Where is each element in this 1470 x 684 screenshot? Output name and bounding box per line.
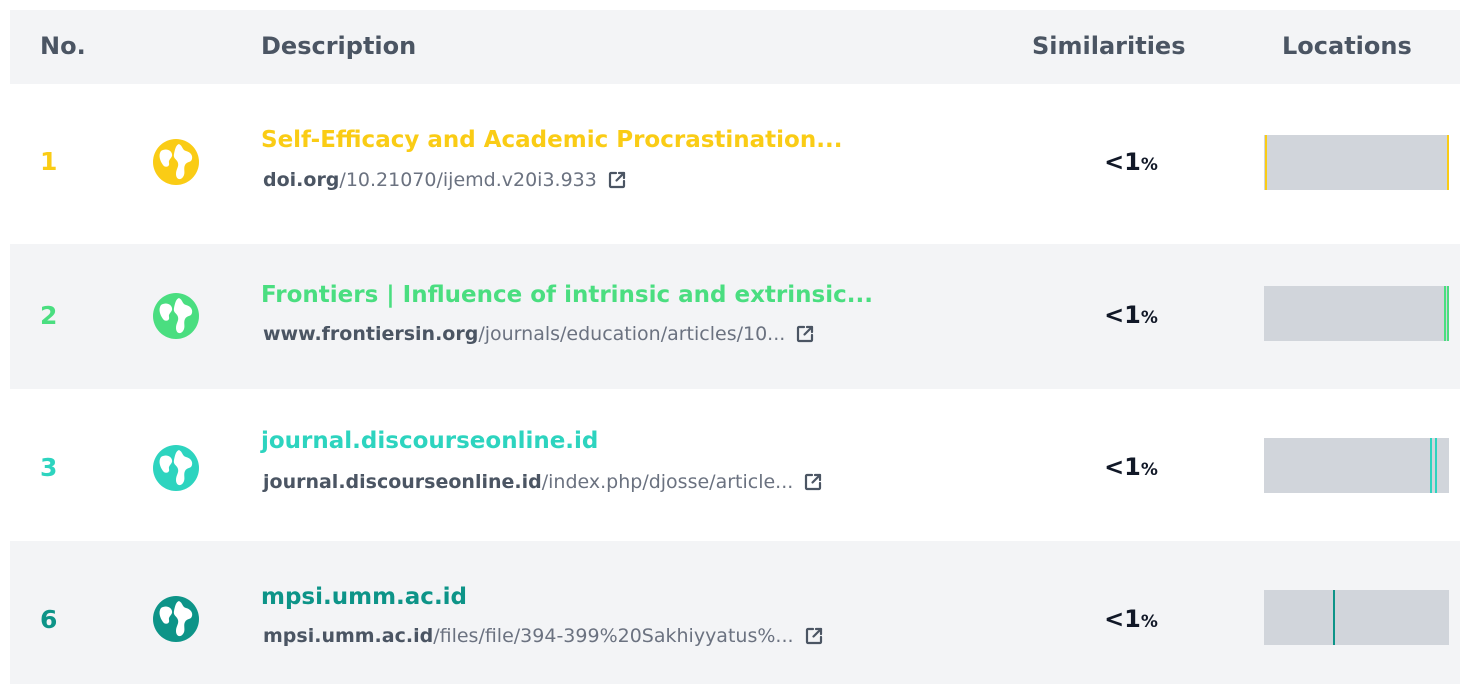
location-bar[interactable] bbox=[1264, 135, 1450, 190]
source-number: 6 bbox=[40, 605, 58, 634]
location-bar[interactable] bbox=[1264, 286, 1450, 341]
external-link-icon[interactable] bbox=[795, 324, 815, 344]
source-number: 2 bbox=[40, 301, 58, 330]
external-link-icon[interactable] bbox=[804, 626, 824, 646]
source-title[interactable]: mpsi.umm.ac.id bbox=[261, 584, 467, 610]
column-header-no: No. bbox=[40, 32, 86, 60]
table-row[interactable]: 1 Self-Efficacy and Academic Procrastina… bbox=[10, 94, 1460, 234]
location-marker[interactable] bbox=[1447, 286, 1450, 341]
similarity-value: <1% bbox=[1104, 453, 1158, 481]
source-url[interactable]: mpsi.umm.ac.id/files/file/394-399%20Sakh… bbox=[263, 625, 824, 647]
location-marker[interactable] bbox=[1264, 135, 1267, 190]
source-url-domain: www.frontiersin.org bbox=[263, 323, 479, 345]
similarity-value: <1% bbox=[1104, 605, 1158, 633]
source-url[interactable]: www.frontiersin.org/journals/education/a… bbox=[263, 323, 815, 345]
table-header: No. Description Similarities Locations bbox=[10, 10, 1460, 84]
location-marker[interactable] bbox=[1435, 438, 1438, 493]
location-bar[interactable] bbox=[1264, 438, 1449, 493]
globe-icon bbox=[152, 595, 200, 643]
globe-icon bbox=[152, 444, 200, 492]
source-url-path: /10.21070/ijemd.v20i3.933 bbox=[339, 169, 597, 191]
source-url-domain: doi.org bbox=[263, 169, 340, 191]
location-marker[interactable] bbox=[1447, 135, 1450, 190]
globe-icon bbox=[152, 138, 200, 186]
source-url[interactable]: doi.org/10.21070/ijemd.v20i3.933 bbox=[263, 169, 627, 191]
source-title[interactable]: journal.discourseonline.id bbox=[261, 428, 598, 454]
globe-icon bbox=[152, 292, 200, 340]
column-header-locations: Locations bbox=[1282, 32, 1412, 60]
source-url-domain: journal.discourseonline.id bbox=[263, 471, 542, 493]
source-url-path: /files/file/394-399%20Sakhiyyatus%... bbox=[433, 625, 794, 647]
similarity-value: <1% bbox=[1104, 148, 1158, 176]
source-url-path: /index.php/djosse/article... bbox=[541, 471, 794, 493]
similarity-value: <1% bbox=[1104, 301, 1158, 329]
table-row[interactable]: 2 Frontiers | Influence of intrinsic and… bbox=[10, 244, 1460, 389]
external-link-icon[interactable] bbox=[607, 170, 627, 190]
column-header-similarities: Similarities bbox=[1032, 32, 1186, 60]
source-title[interactable]: Self-Efficacy and Academic Procrastinati… bbox=[261, 127, 842, 153]
location-marker[interactable] bbox=[1333, 590, 1336, 645]
location-marker[interactable] bbox=[1444, 286, 1447, 341]
source-url-path: /journals/education/articles/10... bbox=[478, 323, 786, 345]
source-title[interactable]: Frontiers | Influence of intrinsic and e… bbox=[261, 282, 873, 308]
location-bar[interactable] bbox=[1264, 590, 1449, 645]
table-row[interactable]: 6 mpsi.umm.ac.id mpsi.umm.ac.id/files/fi… bbox=[10, 541, 1460, 684]
source-url-domain: mpsi.umm.ac.id bbox=[263, 625, 434, 647]
location-marker[interactable] bbox=[1429, 438, 1432, 493]
column-header-description: Description bbox=[261, 32, 417, 60]
source-number: 3 bbox=[40, 453, 58, 482]
table-row[interactable]: 3 journal.discourseonline.id journal.dis… bbox=[10, 389, 1460, 531]
source-number: 1 bbox=[40, 147, 58, 176]
external-link-icon[interactable] bbox=[803, 472, 823, 492]
source-url[interactable]: journal.discourseonline.id/index.php/djo… bbox=[263, 471, 823, 493]
